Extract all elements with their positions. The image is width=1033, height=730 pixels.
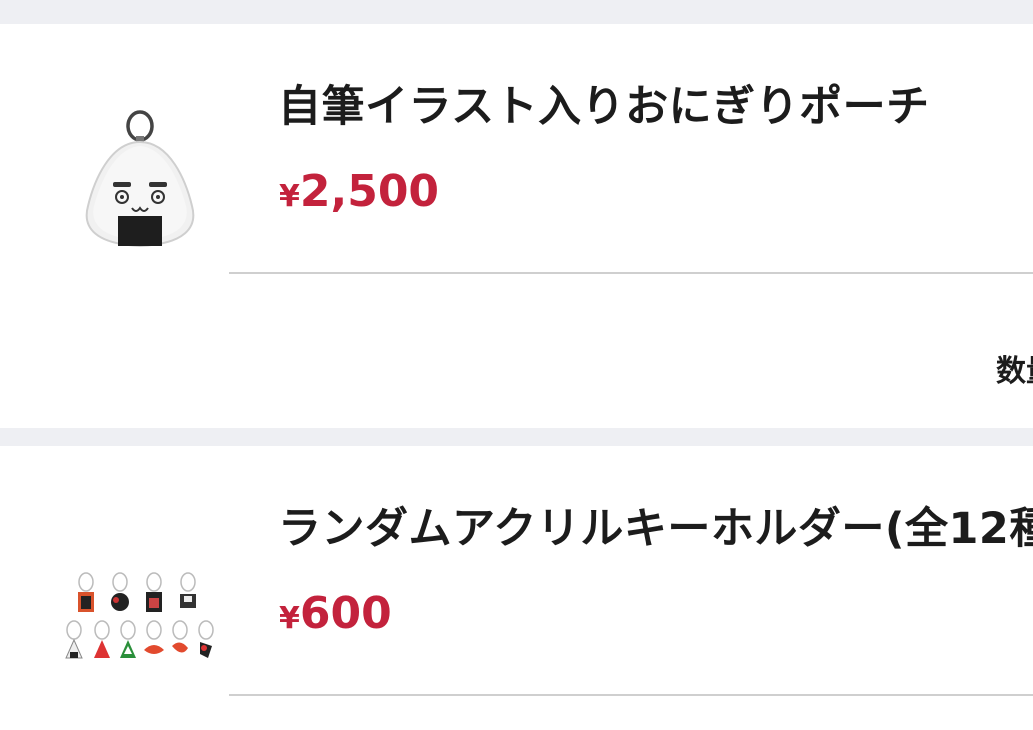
acrylic-keychains-icon xyxy=(65,572,214,659)
onigiri-pouch-image[interactable] xyxy=(50,96,230,276)
price-amount: 600 xyxy=(299,588,392,639)
currency-symbol: ¥ xyxy=(279,179,300,214)
product-card: 自筆イラスト入りおにぎりポーチ ¥2,500 数量 xyxy=(0,24,1033,428)
product-title[interactable]: ランダムアクリルキーホルダー(全12種) xyxy=(278,508,1033,551)
divider xyxy=(229,272,1033,274)
divider xyxy=(229,694,1033,696)
product-title[interactable]: 自筆イラスト入りおにぎりポーチ xyxy=(278,86,930,129)
acrylic-keychains-image[interactable] xyxy=(50,512,230,692)
product-price: ¥2,500 xyxy=(279,170,439,214)
currency-symbol: ¥ xyxy=(279,601,300,636)
product-price: ¥600 xyxy=(279,592,392,636)
price-amount: 2,500 xyxy=(299,166,440,217)
quantity-label: 数量 xyxy=(996,354,1033,389)
onigiri-pouch-icon xyxy=(85,110,195,248)
product-card: ランダムアクリルキーホルダー(全12種) ¥600 xyxy=(0,446,1033,730)
